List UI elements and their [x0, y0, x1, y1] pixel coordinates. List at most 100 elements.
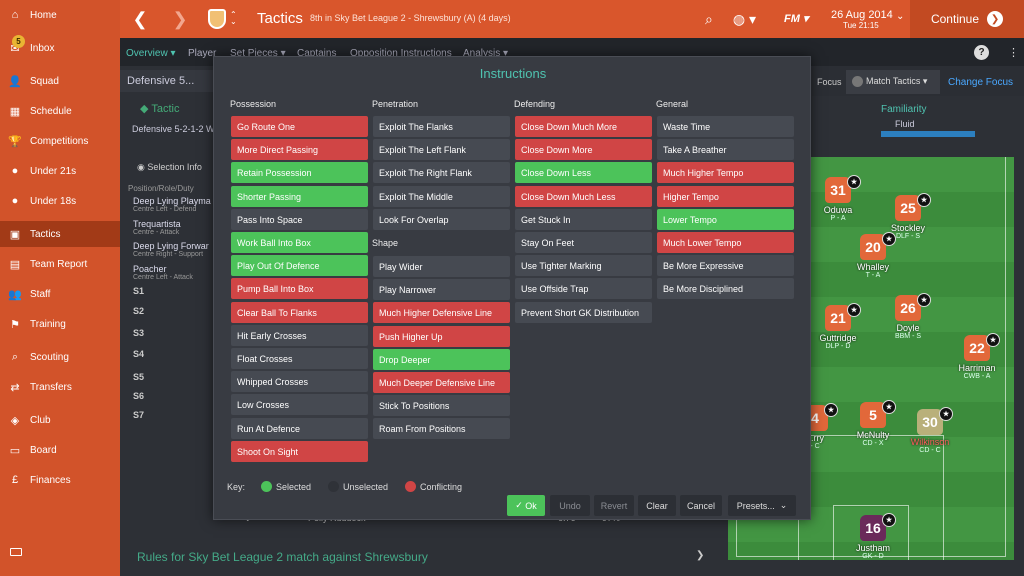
sidebar-item-board[interactable]: ▭ Board	[0, 437, 120, 463]
sidebar-item-team-report[interactable]: ▤ Team Report	[0, 251, 120, 277]
instruction-button-general[interactable]: Be More Disciplined	[657, 278, 794, 300]
date-display[interactable]: 26 Aug 2014 Tue 21:15	[831, 9, 893, 30]
sidebar-item-home[interactable]: ⌂ Home	[0, 2, 120, 28]
match-tactics-button[interactable]: Match Tactics ▾	[846, 70, 940, 94]
tactic-name[interactable]: Defensive 5-2-1-2 W	[132, 124, 215, 134]
globe-icon[interactable]: ◍ ▾	[733, 11, 756, 28]
sidebar-item-schedule[interactable]: ▦ Schedule	[0, 98, 120, 124]
sidebar-item-competitions[interactable]: 🏆 Competitions	[0, 128, 120, 154]
instruction-button-penetration[interactable]: Look For Overlap	[373, 208, 510, 230]
club-crest-icon[interactable]	[208, 9, 226, 29]
instruction-button-defending[interactable]: Use Tighter Marking	[515, 255, 652, 277]
options-icon[interactable]: ⋮	[1008, 46, 1019, 59]
instruction-button-penetration[interactable]: Exploit The Left Flank	[373, 139, 510, 161]
instruction-button-possession[interactable]: Go Route One	[231, 116, 368, 137]
pitch-player[interactable]: 22 ★ Harriman CWB - A	[942, 333, 1012, 380]
sidebar-item-inbox[interactable]: ✉ 5 Inbox	[0, 35, 120, 61]
instruction-button-shape[interactable]: Push Higher Up	[373, 325, 510, 347]
instruction-button-possession[interactable]: Clear Ball To Flanks	[231, 301, 368, 323]
chevron-right-icon[interactable]: ❯	[696, 550, 704, 561]
sub-slot[interactable]: S3	[133, 328, 144, 338]
instruction-button-defending[interactable]: Stay On Feet	[515, 232, 652, 253]
instruction-button-defending[interactable]: Get Stuck In	[515, 208, 652, 230]
sidebar-item-finances[interactable]: £ Finances	[0, 467, 120, 493]
sub-slot[interactable]: S6	[133, 391, 144, 401]
instruction-button-possession[interactable]: Float Crosses	[231, 348, 368, 369]
sidebar-item-under18s[interactable]: ● Under 18s	[0, 188, 120, 214]
change-focus-link[interactable]: Change Focus	[948, 77, 1013, 88]
sub-slot[interactable]: S2	[133, 306, 144, 316]
search-icon[interactable]: ⌕	[705, 11, 713, 28]
tab-overview[interactable]: Overview ▾	[126, 48, 176, 59]
cancel-button[interactable]: Cancel	[680, 495, 722, 516]
instruction-button-penetration[interactable]: Exploit The Flanks	[373, 116, 510, 137]
role-row[interactable]: Poacher Centre Left - Attack	[133, 264, 193, 281]
instruction-button-defending[interactable]: Close Down Much More	[515, 116, 652, 137]
continue-button[interactable]: Continue ❯	[910, 0, 1024, 38]
instruction-button-possession[interactable]: Run At Defence	[231, 417, 368, 439]
pitch-player[interactable]: 16 ★ Justham GK - D	[838, 513, 908, 560]
sub-slot[interactable]: S7	[133, 410, 144, 420]
help-button[interactable]: ?	[974, 45, 989, 60]
pitch-player[interactable]: 31 ★ Oduwa P - A	[803, 175, 873, 222]
instruction-button-defending[interactable]: Close Down More	[515, 139, 652, 161]
sub-slot[interactable]: S4	[133, 349, 144, 359]
pitch-player[interactable]: 30 ★ Wilkinson CD - C	[895, 407, 965, 454]
undo-button[interactable]: Undo	[550, 495, 590, 516]
instruction-button-general[interactable]: Waste Time	[657, 116, 794, 137]
sidebar-item-transfers[interactable]: ⇄ Transfers	[0, 374, 120, 400]
forward-arrow-icon[interactable]: ❯	[160, 0, 200, 38]
instruction-button-possession[interactable]: Play Out Of Defence	[231, 255, 368, 277]
instruction-button-possession[interactable]: Shoot On Sight	[231, 440, 368, 462]
instruction-button-defending[interactable]: Use Offside Trap	[515, 278, 652, 300]
fm-logo[interactable]: FM ▾	[784, 12, 808, 25]
sidebar-item-staff[interactable]: 👥 Staff	[0, 281, 120, 307]
instruction-button-defending[interactable]: Prevent Short GK Distribution	[515, 301, 652, 323]
clear-button[interactable]: Clear	[638, 495, 676, 516]
instruction-button-possession[interactable]: Shorter Passing	[231, 185, 368, 207]
sub-slot[interactable]: S5	[133, 372, 144, 382]
instruction-button-shape[interactable]: Much Higher Defensive Line	[373, 302, 510, 324]
ok-button[interactable]: ✓ Ok	[507, 495, 545, 516]
role-row[interactable]: Deep Lying Forwar Centre Right - Support	[133, 241, 209, 258]
instruction-button-general[interactable]: Take A Breather	[657, 139, 794, 161]
instruction-button-possession[interactable]: Pump Ball Into Box	[231, 278, 368, 300]
instruction-button-possession[interactable]: Low Crosses	[231, 394, 368, 416]
instruction-button-shape[interactable]: Stick To Positions	[373, 395, 510, 417]
selection-info[interactable]: ◉ Selection Info	[137, 162, 202, 173]
instruction-button-shape[interactable]: Roam From Positions	[373, 418, 510, 440]
role-row[interactable]: Trequartista Centre - Attack	[133, 219, 181, 236]
back-arrow-icon[interactable]: ❮	[120, 0, 160, 38]
pitch-player[interactable]: 20 ★ Whalley T - A	[838, 232, 908, 279]
instruction-button-possession[interactable]: Hit Early Crosses	[231, 324, 368, 346]
instruction-button-possession[interactable]: Work Ball Into Box	[231, 232, 368, 253]
focus-label[interactable]: Focus	[817, 77, 842, 87]
presets-button[interactable]: Presets... ⌄	[728, 495, 796, 516]
club-switch-icon[interactable]: ⌃ ⌄	[230, 11, 237, 26]
pitch-player[interactable]: 21 ★ Guttridge DLP - D	[803, 303, 873, 350]
instruction-button-shape[interactable]: Play Wider	[373, 256, 510, 277]
sidebar-item-tactics[interactable]: ▣ Tactics	[0, 221, 120, 247]
instruction-button-general[interactable]: Much Higher Tempo	[657, 162, 794, 184]
sidebar-item-under21s[interactable]: ● Under 21s	[0, 158, 120, 184]
instruction-button-general[interactable]: Be More Expressive	[657, 255, 794, 277]
instruction-button-general[interactable]: Much Lower Tempo	[657, 232, 794, 253]
instruction-button-general[interactable]: Lower Tempo	[657, 208, 794, 230]
instruction-button-possession[interactable]: Pass Into Space	[231, 208, 368, 230]
instruction-button-general[interactable]: Higher Tempo	[657, 185, 794, 207]
sub-slot[interactable]: S1	[133, 286, 144, 296]
formation-select[interactable]: Defensive 5...	[120, 70, 215, 92]
pitch-player[interactable]: 26 ★ Doyle BBM - S	[873, 293, 943, 340]
instruction-button-shape[interactable]: Drop Deeper	[373, 348, 510, 370]
instruction-button-possession[interactable]: More Direct Passing	[231, 139, 368, 161]
instruction-button-penetration[interactable]: Exploit The Middle	[373, 185, 510, 207]
sidebar-item-squad[interactable]: 👤 Squad	[0, 68, 120, 94]
instruction-button-possession[interactable]: Whipped Crosses	[231, 371, 368, 393]
instruction-button-penetration[interactable]: Exploit The Right Flank	[373, 162, 510, 184]
sidebar-item-scouting[interactable]: ⌕ Scouting	[0, 344, 120, 370]
instruction-button-possession[interactable]: Retain Possession	[231, 162, 368, 184]
instruction-button-shape[interactable]: Play Narrower	[373, 279, 510, 301]
revert-button[interactable]: Revert	[594, 495, 634, 516]
instruction-button-defending[interactable]: Close Down Much Less	[515, 185, 652, 207]
instruction-button-defending[interactable]: Close Down Less	[515, 162, 652, 184]
